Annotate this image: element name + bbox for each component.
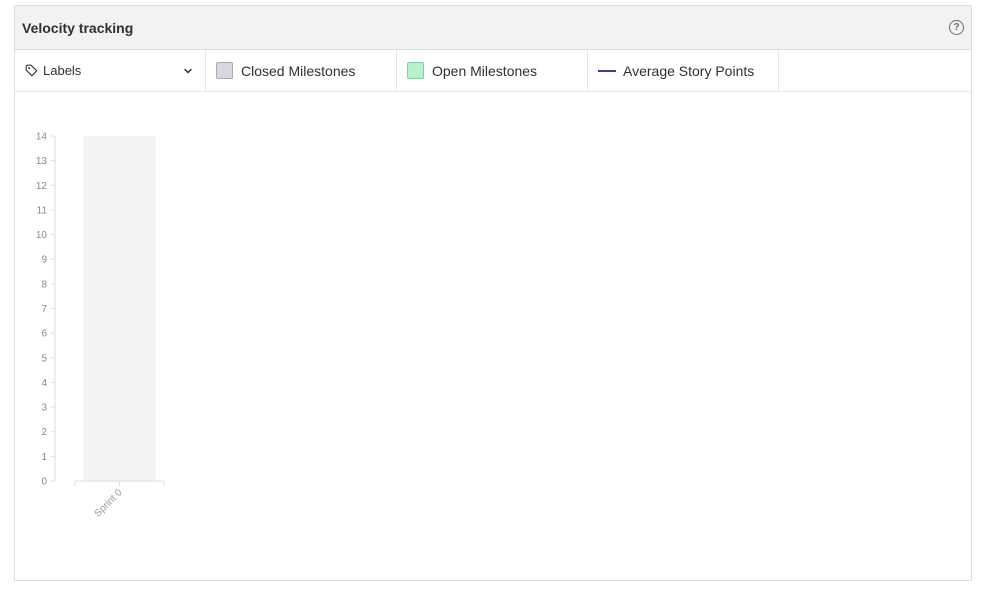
legend-item-label: Closed Milestones	[241, 62, 356, 79]
y-axis-tick-label: 2	[41, 427, 47, 438]
legend-item-open-milestones[interactable]: Open Milestones	[397, 50, 588, 91]
labels-dropdown-label: Labels	[43, 63, 82, 78]
velocity-chart-svg: 01234567891011121314Sprint 0	[36, 132, 165, 519]
average-story-points-line-swatch	[598, 69, 616, 72]
panel-title: Velocity tracking	[22, 19, 134, 36]
y-axis-tick-label: 14	[36, 132, 48, 143]
y-axis-tick-label: 12	[36, 181, 48, 192]
y-axis-tick-label: 10	[36, 230, 48, 241]
y-axis-tick-label: 7	[41, 304, 47, 315]
y-axis-tick-label: 4	[41, 378, 47, 389]
legend-bar: Labels Closed Milestones Open Milestones…	[15, 50, 971, 92]
chevron-down-icon	[184, 68, 192, 73]
velocity-tracking-panel: Velocity tracking ? Labels Closed Milest…	[14, 5, 972, 581]
y-axis-tick-label: 13	[36, 156, 48, 167]
y-axis-tick-label: 9	[41, 255, 47, 266]
y-axis-tick-label: 11	[37, 205, 48, 216]
y-axis-tick-label: 6	[41, 329, 47, 340]
chart-bar	[83, 136, 156, 481]
labels-dropdown[interactable]: Labels	[15, 50, 206, 91]
velocity-chart: 0 1 2 3 4 5 6 7 8 9 10 11 12 13 14 Sprint 0	[15, 92, 971, 580]
legend-item-closed-milestones[interactable]: Closed Milestones	[206, 50, 397, 91]
x-axis-tick-label: Sprint 0	[92, 487, 124, 519]
y-axis-tick-label: 3	[41, 403, 47, 414]
question-circle-icon[interactable]: ?	[949, 20, 964, 35]
y-axis-tick-label: 0	[41, 477, 47, 488]
legend-item-label: Open Milestones	[432, 62, 538, 79]
y-axis-tick-label: 5	[41, 353, 47, 364]
tag-icon	[25, 64, 38, 77]
legend-item-label: Average Story Points	[623, 62, 755, 79]
closed-milestones-swatch	[216, 62, 233, 79]
y-axis-tick-label: 1	[41, 452, 47, 463]
panel-header: Velocity tracking ?	[15, 6, 971, 50]
y-axis-tick-label: 8	[41, 279, 47, 290]
legend-item-average-story-points[interactable]: Average Story Points	[588, 50, 779, 91]
open-milestones-swatch	[407, 62, 424, 79]
